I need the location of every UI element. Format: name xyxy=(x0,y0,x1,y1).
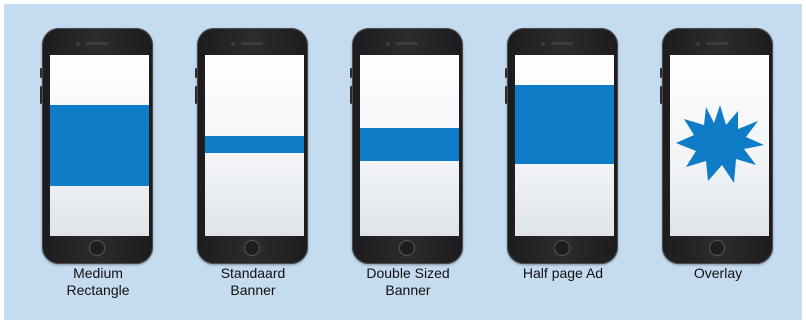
home-button-icon xyxy=(709,240,725,256)
phone-medium-rectangle xyxy=(40,28,153,264)
caption-standard-banner: Standaard Banner xyxy=(220,265,286,298)
caption-half-page-ad: Half page Ad xyxy=(522,265,604,281)
phone-screen xyxy=(515,55,614,236)
phone-screen xyxy=(205,55,304,236)
camera-icon xyxy=(386,42,390,46)
caption-overlay: Overlay xyxy=(693,265,743,281)
phone-screen xyxy=(50,55,149,236)
phone-half-page-ad xyxy=(505,28,618,264)
caption-double-sized-banner: Double Sized Banner xyxy=(366,265,450,298)
ad-double-sized-banner xyxy=(360,128,459,161)
diagram-panel: Medium Rectangle Standaard Banner Double… xyxy=(4,4,802,320)
home-button-icon xyxy=(89,240,105,256)
phone-standard-banner xyxy=(195,28,308,264)
camera-icon xyxy=(76,42,80,46)
camera-icon xyxy=(231,42,235,46)
ad-standard-banner xyxy=(205,136,304,153)
phone-double-sized-banner xyxy=(350,28,463,264)
home-button-icon xyxy=(554,240,570,256)
phone-screen xyxy=(360,55,459,236)
phone-overlay xyxy=(660,28,773,264)
ad-medium-rectangle xyxy=(50,105,149,186)
home-button-icon xyxy=(399,240,415,256)
overlay-burst-icon xyxy=(676,105,764,183)
speaker-grille xyxy=(241,42,263,45)
ad-half-page xyxy=(515,85,614,164)
camera-icon xyxy=(541,42,545,46)
camera-icon xyxy=(696,42,700,46)
speaker-grille xyxy=(86,42,108,45)
speaker-grille xyxy=(396,42,418,45)
home-button-icon xyxy=(244,240,260,256)
speaker-grille xyxy=(706,42,728,45)
caption-medium-rectangle: Medium Rectangle xyxy=(66,265,130,298)
phone-screen xyxy=(670,55,769,236)
speaker-grille xyxy=(551,42,573,45)
